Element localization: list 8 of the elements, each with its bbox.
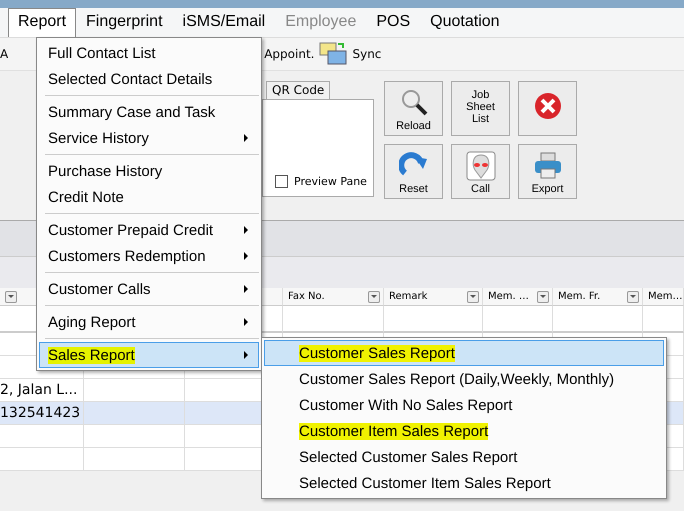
header-label: Mem. … [488,291,529,302]
checkbox-label: Preview Pane [294,175,367,188]
header-label: Mem… [648,291,683,302]
header-label: Remark [389,291,428,302]
table-cell: 2, Jalan L... [0,382,78,398]
table-cell: 132541423 [0,405,80,421]
header-label: Fax No. [288,291,325,302]
header-label: Mem. Fr. [558,291,600,302]
